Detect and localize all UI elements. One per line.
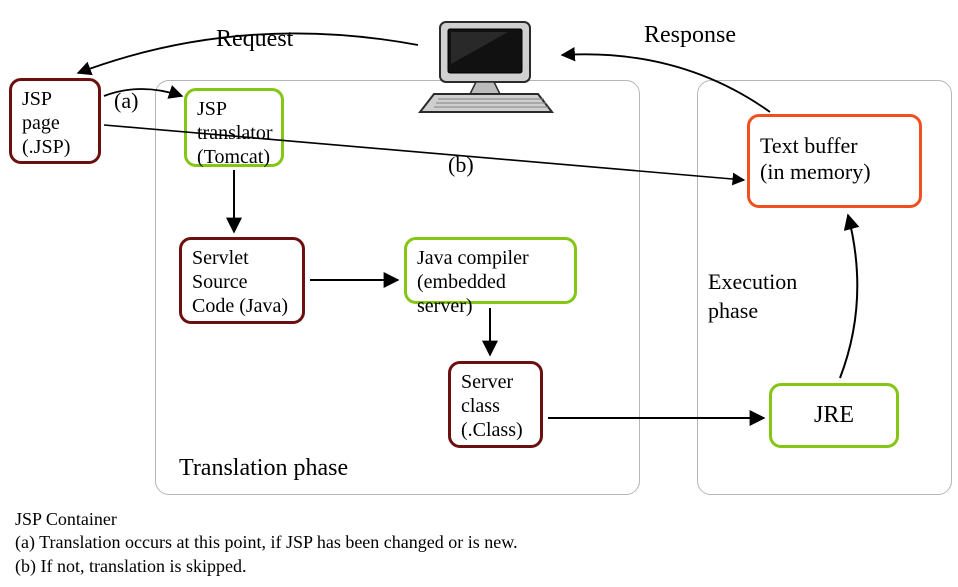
text-buffer-node: Text buffer (in memory) (747, 114, 922, 208)
jsp-page-node: JSP page (.JSP) (9, 78, 101, 164)
caption-title: JSP Container (15, 508, 518, 531)
jsp-translator-node: JSP translator (Tomcat) (184, 88, 284, 167)
caption-line-b: (b) If not, translation is skipped. (15, 555, 518, 578)
servlet-source-node: Servlet Source Code (Java) (179, 237, 305, 324)
request-label: Request (216, 26, 293, 53)
marker-a: (a) (114, 88, 138, 114)
execution-phase-label: Execution phase (708, 268, 818, 325)
java-compiler-node: Java compiler (embedded server) (404, 237, 577, 304)
server-class-node: Server class (.Class) (448, 361, 543, 448)
jre-node: JRE (769, 383, 899, 448)
caption-block: JSP Container (a) Translation occurs at … (15, 508, 518, 578)
response-label: Response (644, 22, 736, 49)
caption-line-a: (a) Translation occurs at this point, if… (15, 531, 518, 554)
marker-b: (b) (448, 152, 474, 178)
translation-phase-label: Translation phase (179, 455, 348, 482)
computer-icon (418, 20, 558, 116)
diagram-canvas: Request Response (a) (b) Translation pha… (0, 0, 958, 587)
